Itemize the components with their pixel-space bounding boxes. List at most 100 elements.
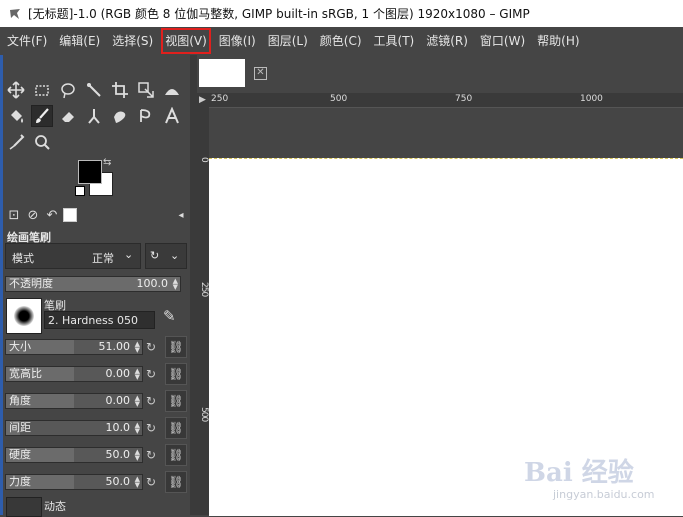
slider-label: 宽高比	[9, 367, 42, 380]
spin-arrows-icon[interactable]: ▲ ▼	[135, 341, 140, 354]
slider-value: 51.00	[98, 340, 131, 353]
crop-icon[interactable]	[109, 79, 131, 101]
mode-reset-button[interactable]: ↻ ⌄	[145, 243, 187, 269]
warp-icon[interactable]	[161, 79, 183, 101]
spin-arrows-icon[interactable]: ▲ ▼	[135, 449, 140, 462]
menu-colors[interactable]: 颜色(C)	[315, 27, 367, 55]
panel-separator[interactable]	[190, 55, 197, 515]
move-icon[interactable]	[5, 79, 27, 101]
mode-select[interactable]: 模式 正常 ⌄	[5, 243, 141, 269]
link-icon[interactable]: ⛓	[165, 471, 187, 493]
fuzzy-select-icon[interactable]	[83, 79, 105, 101]
brush-slider[interactable]: 硬度 50.0 ▲ ▼	[5, 447, 143, 463]
free-select-icon[interactable]	[57, 79, 79, 101]
slider-value: 0.00	[105, 394, 131, 407]
mode-value: 正常	[92, 252, 114, 265]
dock-tabs: ⊡ ⊘ ↶ ◂	[3, 205, 190, 227]
spin-arrows-icon[interactable]: ▲ ▼	[173, 278, 178, 291]
swap-colors-icon[interactable]: ⇆	[103, 157, 111, 168]
slider-value: 50.0	[105, 448, 131, 461]
tab-menu-icon[interactable]: ◂	[173, 208, 189, 224]
opacity-value: 100.0	[136, 277, 169, 290]
reset-icon[interactable]: ↻	[146, 367, 160, 381]
menu-view[interactable]: 视图(V)	[160, 27, 212, 55]
chevron-down-icon: ⌄	[124, 248, 134, 261]
color-swatches: ⇆	[75, 157, 125, 202]
ruler-tick-label: 500	[330, 94, 348, 104]
color-picker-icon[interactable]	[5, 131, 27, 153]
brush-slider[interactable]: 力度 50.0 ▲ ▼	[5, 474, 143, 490]
reset-icon[interactable]: ↻	[146, 394, 160, 408]
opacity-label: 不透明度	[9, 277, 53, 290]
spin-arrows-icon[interactable]: ▲ ▼	[135, 422, 140, 435]
default-colors-icon[interactable]	[75, 186, 85, 196]
slider-value: 50.0	[105, 475, 131, 488]
close-tab-icon[interactable]: ✕	[254, 67, 267, 80]
edit-brush-icon[interactable]: ✎	[163, 307, 176, 325]
brush-preview[interactable]	[6, 298, 42, 334]
menu-tools[interactable]: 工具(T)	[369, 27, 420, 55]
transform-icon[interactable]	[135, 79, 157, 101]
slider-value: 0.00	[105, 367, 131, 380]
brush-slider[interactable]: 角度 0.00 ▲ ▼	[5, 393, 143, 409]
spin-arrows-icon[interactable]: ▲ ▼	[135, 368, 140, 381]
link-icon[interactable]: ⛓	[165, 363, 187, 385]
zoom-icon[interactable]	[31, 131, 53, 153]
spin-arrows-icon[interactable]: ▲ ▼	[135, 476, 140, 489]
clone-icon[interactable]	[83, 105, 105, 127]
link-icon[interactable]: ⛓	[165, 417, 187, 439]
menu-windows[interactable]: 窗口(W)	[475, 27, 530, 55]
rect-select-icon[interactable]	[31, 79, 53, 101]
slider-label: 力度	[9, 475, 31, 488]
image-tab-bar: ✕	[197, 55, 683, 93]
menu-image[interactable]: 图像(I)	[214, 27, 261, 55]
brush-slider[interactable]: 大小 51.00 ▲ ▼	[5, 339, 143, 355]
image-tab-thumbnail[interactable]	[199, 59, 245, 87]
menu-bar: 文件(F) 编辑(E) 选择(S) 视图(V) 图像(I) 图层(L) 颜色(C…	[0, 27, 683, 55]
chevron-down-icon: ⌄	[170, 249, 180, 262]
text-icon[interactable]	[161, 105, 183, 127]
menu-edit[interactable]: 编辑(E)	[54, 27, 105, 55]
paintbrush-icon[interactable]	[31, 105, 53, 127]
link-icon[interactable]: ⛓	[165, 390, 187, 412]
tool-options-tab-icon[interactable]: ⊡	[6, 208, 22, 224]
watermark-logo: Bai 经验	[524, 458, 634, 488]
link-icon[interactable]: ⛓	[165, 444, 187, 466]
menu-select[interactable]: 选择(S)	[107, 27, 158, 55]
eraser-icon[interactable]	[57, 105, 79, 127]
slider-label: 角度	[9, 394, 31, 407]
slider-label: 硬度	[9, 448, 31, 461]
slider-label: 间距	[9, 421, 31, 434]
opacity-slider[interactable]: 不透明度 100.0 ▲ ▼	[5, 276, 181, 292]
bucket-fill-icon[interactable]	[5, 105, 27, 127]
toolbox-panel: ⇆ ⊡ ⊘ ↶ ◂ 绘画笔刷 模式 正常 ⌄ ↻ ⌄ 不透明度 100.0 ▲ ▼…	[3, 55, 190, 517]
brush-slider[interactable]: 宽高比 0.00 ▲ ▼	[5, 366, 143, 382]
images-tab-icon[interactable]	[63, 208, 77, 222]
slider-label: 大小	[9, 340, 31, 353]
menu-layer[interactable]: 图层(L)	[263, 27, 313, 55]
brush-slider[interactable]: 间距 10.0 ▲ ▼	[5, 420, 143, 436]
reset-icon[interactable]: ↻	[146, 421, 160, 435]
menu-filters[interactable]: 滤镜(R)	[421, 27, 473, 55]
menu-help[interactable]: 帮助(H)	[532, 27, 584, 55]
vertical-ruler[interactable]: 0 250 500	[197, 107, 209, 515]
ruler-corner[interactable]: ▶	[197, 93, 209, 107]
reset-icon[interactable]: ↻	[146, 475, 160, 489]
foreground-color-swatch[interactable]	[78, 160, 102, 184]
horizontal-ruler[interactable]: 250 500 750 1000	[209, 93, 683, 108]
reset-icon[interactable]: ↻	[146, 340, 160, 354]
ruler-tick-label: 1000	[580, 94, 603, 104]
brush-name-field[interactable]: 2. Hardness 050	[44, 311, 155, 329]
undo-history-tab-icon[interactable]: ↶	[44, 208, 60, 224]
device-status-tab-icon[interactable]: ⊘	[25, 208, 41, 224]
title-bar: [无标题]-1.0 (RGB 颜色 8 位伽马整数, GIMP built-in…	[0, 0, 683, 27]
smudge-icon[interactable]	[109, 105, 131, 127]
menu-file[interactable]: 文件(F)	[2, 27, 52, 55]
ruler-tick-label: 250	[211, 94, 229, 104]
spin-arrows-icon[interactable]: ▲ ▼	[135, 395, 140, 408]
paths-icon[interactable]	[135, 105, 157, 127]
link-icon[interactable]: ⛓	[165, 336, 187, 358]
reset-icon[interactable]: ↻	[146, 448, 160, 462]
watermark-url: jingyan.baidu.com	[553, 488, 655, 501]
dynamics-preview[interactable]	[6, 497, 42, 517]
